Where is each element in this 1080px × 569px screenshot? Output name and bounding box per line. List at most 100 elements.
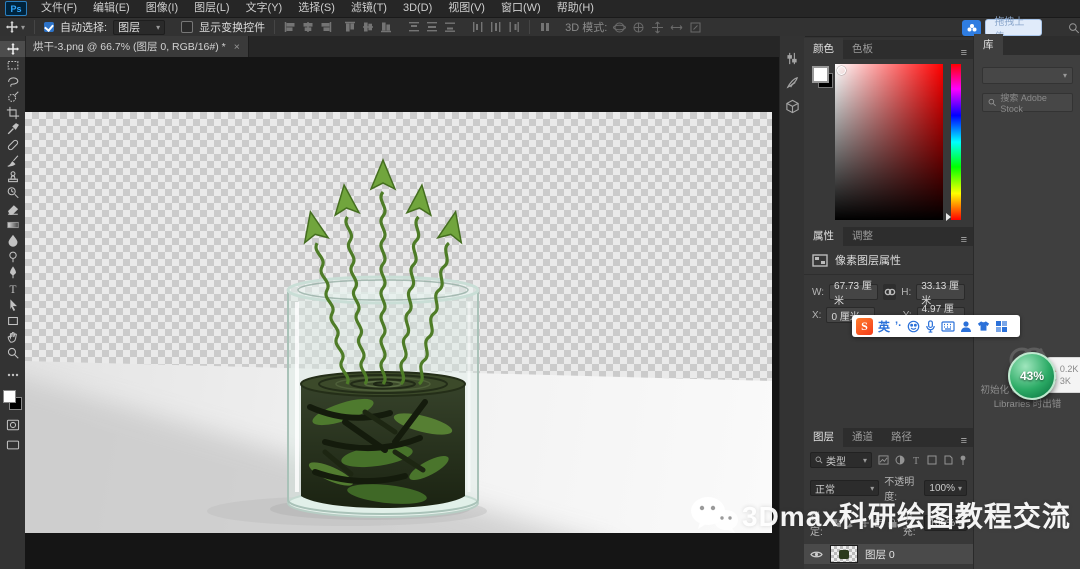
ime-keyboard-icon[interactable] <box>941 320 955 332</box>
tab-channels[interactable]: 通道 <box>843 426 882 447</box>
filter-adjustment-icon[interactable] <box>895 455 905 465</box>
align-bottom-icon[interactable] <box>380 21 392 33</box>
tab-swatches[interactable]: 色板 <box>843 38 882 59</box>
tab-properties[interactable]: 属性 <box>804 225 843 246</box>
shape-tool[interactable] <box>0 313 25 329</box>
tab-paths[interactable]: 路径 <box>882 426 921 447</box>
3d-panel-icon[interactable] <box>780 94 805 118</box>
history-panel-icon[interactable] <box>780 46 805 70</box>
show-transform-checkbox[interactable] <box>181 21 194 33</box>
tab-layers[interactable]: 图层 <box>804 426 843 447</box>
panel-menu-icon[interactable]: ≡ <box>955 230 973 246</box>
distribute-right-icon[interactable] <box>508 21 520 33</box>
filter-pin-icon[interactable] <box>959 455 967 465</box>
tab-adjustments[interactable]: 调整 <box>843 225 882 246</box>
color-saturation-square[interactable] <box>835 64 943 220</box>
eraser-tool[interactable] <box>0 201 25 217</box>
menu-edit[interactable]: 编辑(E) <box>85 0 138 17</box>
menu-image[interactable]: 图像(I) <box>138 0 186 17</box>
hand-tool[interactable] <box>0 329 25 345</box>
libraries-dropdown[interactable]: ▾ <box>982 67 1073 84</box>
sogou-logo-icon[interactable]: S <box>856 317 873 335</box>
menu-3d[interactable]: 3D(D) <box>395 0 440 17</box>
menu-layer[interactable]: 图层(L) <box>186 0 237 17</box>
screen-mode-icon[interactable] <box>0 437 25 453</box>
menu-filter[interactable]: 滤镜(T) <box>343 0 395 17</box>
marquee-tool[interactable] <box>0 57 25 73</box>
filter-pixel-icon[interactable] <box>878 455 889 465</box>
panel-foreground-swatch[interactable] <box>812 66 829 83</box>
height-field[interactable]: 33.13 厘米 <box>916 281 965 307</box>
3d-drag-icon[interactable] <box>651 21 664 34</box>
width-field[interactable]: 67.73 厘米 <box>829 281 878 307</box>
distribute-center-icon[interactable] <box>490 21 502 33</box>
lasso-tool[interactable] <box>0 73 25 89</box>
document-canvas[interactable] <box>25 112 772 533</box>
brush-tool[interactable] <box>0 153 25 169</box>
libraries-search-box[interactable]: 搜索 Adobe Stock <box>982 93 1073 114</box>
layer-row[interactable]: 图层 0 <box>804 544 973 564</box>
blur-tool[interactable] <box>0 233 25 249</box>
3d-slide-icon[interactable] <box>670 21 683 34</box>
document-tab[interactable]: 烘干-3.png @ 66.7% (图层 0, RGB/16#) * × <box>25 36 249 57</box>
menu-view[interactable]: 视图(V) <box>440 0 493 17</box>
menu-file[interactable]: 文件(F) <box>33 0 85 17</box>
distribute-bottom-icon[interactable] <box>444 21 456 33</box>
foreground-background-colors[interactable] <box>0 387 25 413</box>
menu-help[interactable]: 帮助(H) <box>549 0 602 17</box>
dodge-tool[interactable] <box>0 249 25 265</box>
move-tool[interactable] <box>0 41 25 57</box>
close-icon[interactable]: × <box>234 41 240 53</box>
tool-preset-picker[interactable]: ▾ <box>5 20 25 34</box>
layer-filter-dropdown[interactable]: 类型 ▾ <box>810 452 872 468</box>
align-left-icon[interactable] <box>284 21 296 33</box>
align-right-icon[interactable] <box>320 21 332 33</box>
align-center-horizontal-icon[interactable] <box>302 21 314 33</box>
ime-punctuation-icon[interactable]: ’· <box>895 320 902 332</box>
distribute-spacing-icon[interactable] <box>539 21 551 33</box>
quick-mask-icon[interactable] <box>0 417 25 433</box>
ime-skin-icon[interactable] <box>977 320 990 332</box>
menu-select[interactable]: 选择(S) <box>290 0 343 17</box>
color-picker-marker[interactable] <box>837 66 846 75</box>
ime-profile-icon[interactable] <box>960 320 972 333</box>
layer-name[interactable]: 图层 0 <box>865 547 895 562</box>
zoom-tool[interactable] <box>0 345 25 361</box>
layer-visibility-eye-icon[interactable] <box>810 550 823 559</box>
clone-stamp-tool[interactable] <box>0 169 25 185</box>
hue-slider-marker[interactable] <box>946 213 951 221</box>
panel-menu-icon[interactable]: ≡ <box>955 43 973 59</box>
eyedropper-tool[interactable] <box>0 121 25 137</box>
distribute-left-icon[interactable] <box>472 21 484 33</box>
link-dimensions-icon[interactable] <box>882 284 897 300</box>
ime-emoji-icon[interactable] <box>907 320 920 333</box>
ime-voice-icon[interactable] <box>925 319 936 333</box>
tab-libraries[interactable]: 库 <box>974 34 1003 55</box>
quick-selection-tool[interactable] <box>0 89 25 105</box>
ime-language-toggle[interactable]: 英 <box>878 318 890 335</box>
tab-color[interactable]: 颜色 <box>804 38 843 59</box>
learn-panel-icon[interactable] <box>780 70 805 94</box>
gradient-tool[interactable] <box>0 217 25 233</box>
filter-type-icon[interactable]: T <box>911 455 921 465</box>
canvas-area[interactable] <box>25 57 779 569</box>
ime-toolbox-icon[interactable] <box>995 320 1008 333</box>
3d-roll-icon[interactable] <box>632 21 645 34</box>
history-brush-tool[interactable] <box>0 185 25 201</box>
hue-slider[interactable] <box>951 64 961 220</box>
foreground-color-swatch[interactable] <box>3 390 16 403</box>
distribute-middle-icon[interactable] <box>426 21 438 33</box>
distribute-top-icon[interactable] <box>408 21 420 33</box>
pen-tool[interactable] <box>0 265 25 281</box>
auto-select-dropdown[interactable]: 图层 ▾ <box>113 19 166 35</box>
align-middle-icon[interactable] <box>362 21 374 33</box>
filter-smart-object-icon[interactable] <box>943 455 953 465</box>
layer-thumbnail[interactable] <box>830 545 858 563</box>
menu-window[interactable]: 窗口(W) <box>493 0 549 17</box>
align-top-icon[interactable] <box>344 21 356 33</box>
netspeed-badge[interactable]: 43% <box>1008 352 1056 400</box>
auto-select-checkbox[interactable] <box>44 22 55 32</box>
spot-healing-brush-tool[interactable] <box>0 137 25 153</box>
3d-scale-icon[interactable] <box>689 21 702 34</box>
3d-orbit-icon[interactable] <box>613 21 627 34</box>
